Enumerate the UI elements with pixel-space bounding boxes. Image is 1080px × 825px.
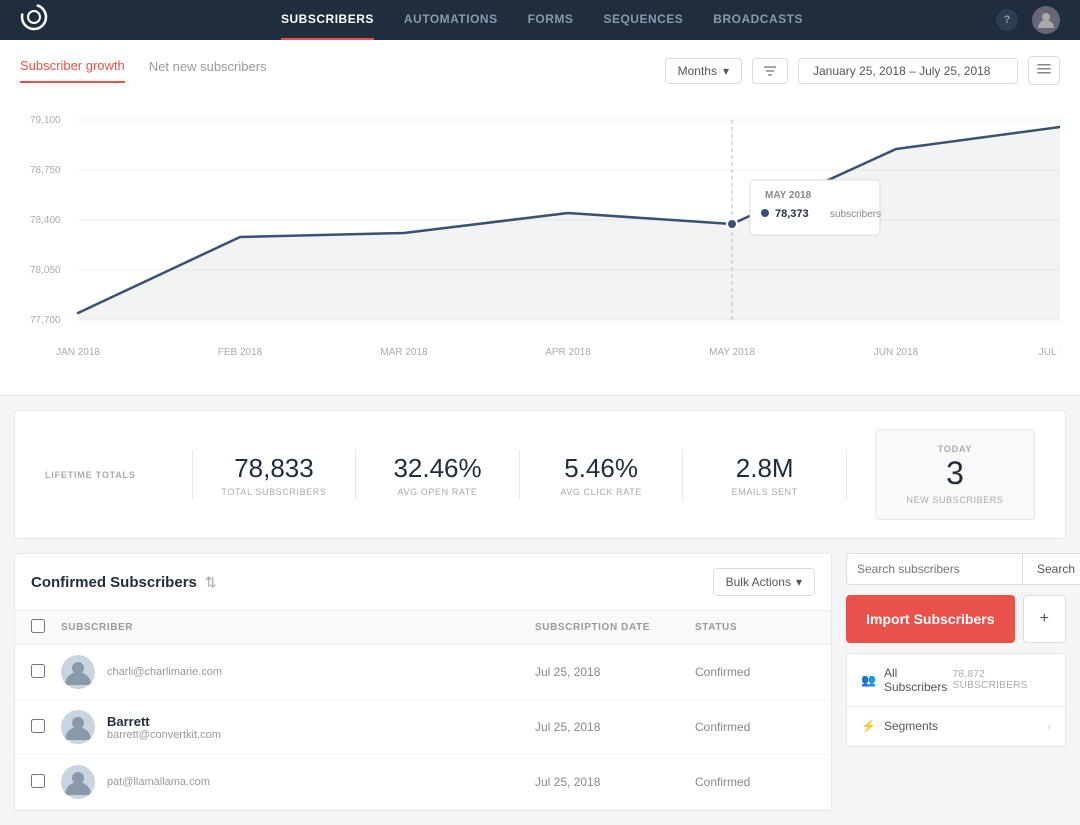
nav-forms[interactable]: Forms <box>528 0 574 40</box>
logo <box>20 3 48 37</box>
table-row: Barrett barrett@convertkit.com Jul 25, 2… <box>15 700 831 755</box>
svg-text:78,750: 78,750 <box>30 165 61 176</box>
nav-automations[interactable]: Automations <box>404 0 498 40</box>
stat-today: Today 3 New Subscribers <box>875 429 1035 520</box>
nav-broadcasts[interactable]: Broadcasts <box>713 0 803 40</box>
subscribers-table: Confirmed Subscribers ⇅ Bulk Actions ▾ S… <box>14 553 832 811</box>
navigation: Subscribers Automations Forms Sequences … <box>0 0 1080 40</box>
period-dropdown[interactable]: Months ▾ <box>665 58 742 84</box>
add-subscriber-button[interactable]: + <box>1023 595 1066 643</box>
import-row: Import Subscribers + <box>846 595 1066 643</box>
segments-icon: ⚡ <box>861 719 876 733</box>
nav-subscribers[interactable]: Subscribers <box>281 0 374 40</box>
chart-controls: Months ▾ January 25, 2018 – July 25, 201… <box>665 56 1060 85</box>
stat-avg-open-rate: 32.46% Avg Open Rate <box>384 453 491 497</box>
import-subscribers-button[interactable]: Import Subscribers <box>846 595 1015 643</box>
table-title: Confirmed Subscribers <box>31 574 197 591</box>
tab-net-new[interactable]: Net new subscribers <box>149 59 267 82</box>
svg-text:77,700: 77,700 <box>30 315 61 326</box>
sidebar-section: 👥 All Subscribers 78,872 SUBSCRIBERS ⚡ S… <box>846 653 1066 747</box>
sidebar-item-all-subscribers[interactable]: 👥 All Subscribers 78,872 SUBSCRIBERS <box>847 654 1065 707</box>
stats-bar: Lifetime Totals 78,833 Total Subscribers… <box>14 410 1066 539</box>
subscriber-info: charli@charlimarie.com <box>107 666 535 678</box>
stat-emails-sent: 2.8M Emails Sent <box>711 453 818 497</box>
tab-subscriber-growth[interactable]: Subscriber growth <box>20 58 125 83</box>
subscriber-info: pat@llamallama.com <box>107 776 535 788</box>
chart-svg: 79,100 78,750 78,400 78,050 77,700 MAY 2… <box>20 105 1060 375</box>
sort-icon[interactable]: ⇅ <box>205 574 217 591</box>
users-icon: 👥 <box>861 673 876 687</box>
svg-text:JUL 2018: JUL 2018 <box>1039 347 1060 358</box>
svg-text:78,373: 78,373 <box>775 208 809 220</box>
search-button[interactable]: Search <box>1022 553 1080 585</box>
nav-right: ? <box>996 6 1060 34</box>
row-checkbox[interactable] <box>31 664 45 678</box>
chart-menu-button[interactable] <box>1028 56 1060 85</box>
filter-button[interactable] <box>752 58 788 84</box>
svg-text:78,400: 78,400 <box>30 215 61 226</box>
chart-tabs: Subscriber growth Net new subscribers Mo… <box>20 56 1060 85</box>
stat-avg-click-rate: 5.46% Avg Click Rate <box>548 453 655 497</box>
svg-text:MAY 2018: MAY 2018 <box>709 347 755 358</box>
nav-links: Subscribers Automations Forms Sequences … <box>88 0 996 40</box>
table-column-headers: Subscriber Subscription Date Status <box>15 611 831 645</box>
chart-section: Subscriber growth Net new subscribers Mo… <box>0 40 1080 396</box>
svg-text:MAR 2018: MAR 2018 <box>380 347 428 358</box>
help-button[interactable]: ? <box>996 9 1018 31</box>
table-header: Confirmed Subscribers ⇅ Bulk Actions ▾ <box>15 554 831 611</box>
stat-total-subscribers: 78,833 Total Subscribers <box>221 453 328 497</box>
main-content: Confirmed Subscribers ⇅ Bulk Actions ▾ S… <box>0 553 1080 825</box>
nav-sequences[interactable]: Sequences <box>603 0 683 40</box>
row-checkbox[interactable] <box>31 774 45 788</box>
sidebar-item-segments[interactable]: ⚡ Segments › <box>847 707 1065 746</box>
svg-text:78,050: 78,050 <box>30 265 61 276</box>
svg-text:MAY 2018: MAY 2018 <box>765 190 812 201</box>
avatar <box>61 710 95 744</box>
select-all-checkbox[interactable] <box>31 619 45 633</box>
chevron-right-icon: › <box>1047 719 1051 733</box>
svg-text:subscribers: subscribers <box>830 209 881 220</box>
search-input[interactable] <box>846 553 1022 585</box>
lifetime-label: Lifetime Totals <box>45 470 136 480</box>
sidebar: Search Import Subscribers + 👥 All Subscr… <box>846 553 1066 811</box>
avatar <box>61 655 95 689</box>
svg-text:79,100: 79,100 <box>30 115 61 126</box>
svg-text:JAN 2018: JAN 2018 <box>56 347 100 358</box>
table-row: pat@llamallama.com Jul 25, 2018 Confirme… <box>15 755 831 810</box>
search-box: Search <box>846 553 1066 585</box>
bulk-actions-button[interactable]: Bulk Actions ▾ <box>713 568 815 596</box>
avatar[interactable] <box>1032 6 1060 34</box>
subscriber-info: Barrett barrett@convertkit.com <box>107 714 535 741</box>
row-checkbox[interactable] <box>31 719 45 733</box>
chevron-down-icon: ▾ <box>796 575 802 589</box>
chevron-down-icon: ▾ <box>723 64 729 78</box>
svg-text:JUN 2018: JUN 2018 <box>874 347 919 358</box>
svg-text:FEB 2018: FEB 2018 <box>218 347 263 358</box>
chart-container: 79,100 78,750 78,400 78,050 77,700 MAY 2… <box>20 95 1060 395</box>
avatar <box>61 765 95 799</box>
date-range-picker[interactable]: January 25, 2018 – July 25, 2018 <box>798 58 1018 84</box>
table-row: charli@charlimarie.com Jul 25, 2018 Conf… <box>15 645 831 700</box>
svg-text:APR 2018: APR 2018 <box>545 347 591 358</box>
